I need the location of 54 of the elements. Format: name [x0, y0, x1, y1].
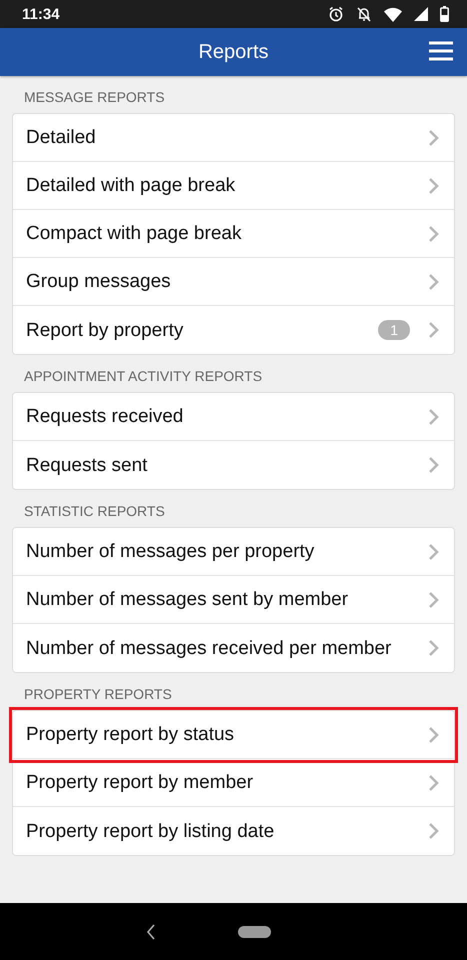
chevron-right-icon [428, 639, 440, 657]
section-heading: MESSAGE REPORTS [23, 88, 166, 107]
report-list-item[interactable]: Group messages [13, 258, 454, 306]
battery-icon [440, 6, 449, 22]
wifi-icon [384, 6, 402, 22]
report-list-item[interactable]: Compact with page break [13, 210, 454, 258]
report-label: Property report by status [26, 723, 236, 746]
report-label: Property report by listing date [26, 820, 276, 842]
report-label: Detailed [26, 126, 97, 149]
bell-off-icon [356, 6, 372, 22]
report-list-item[interactable]: Property report by listing date [13, 807, 454, 855]
report-label: Number of messages received per member [26, 636, 392, 660]
report-list-item[interactable]: Number of messages received per member [13, 624, 454, 672]
chevron-right-icon [428, 456, 440, 474]
chevron-right-icon [428, 224, 440, 242]
chevron-right-icon [428, 176, 440, 194]
home-pill[interactable] [238, 926, 271, 938]
signal-icon [414, 7, 428, 21]
report-label: Group messages [26, 270, 172, 293]
chevron-right-icon [428, 590, 440, 608]
report-label: Detailed with page break [26, 174, 236, 197]
section-heading: APPOINTMENT ACTIVITY REPORTS [23, 367, 264, 386]
report-list-item[interactable]: Number of messages per property [13, 528, 454, 576]
chevron-right-icon [428, 542, 440, 560]
report-label: Number of messages per property [26, 540, 316, 563]
report-list-item[interactable]: Requests sent [13, 441, 454, 489]
chevron-right-icon [428, 128, 440, 146]
chevron-right-icon [428, 272, 440, 290]
chevron-right-icon [428, 822, 440, 840]
report-label: Requests received [26, 405, 184, 428]
menu-button[interactable] [429, 41, 453, 61]
report-list-item[interactable]: Number of messages sent by member [13, 576, 454, 624]
report-label: Number of messages sent by member [26, 588, 350, 611]
chevron-right-icon [428, 408, 440, 426]
report-label: Compact with page break [26, 222, 242, 245]
chevron-right-icon [428, 321, 440, 339]
section-heading: STATISTIC REPORTS [23, 502, 166, 521]
section-heading: PROPERTY REPORTS [23, 685, 173, 704]
report-list-item[interactable]: Property report by member [13, 759, 454, 807]
report-label: Report by property [26, 318, 184, 342]
chevron-right-icon [428, 726, 440, 744]
report-list-item[interactable]: Requests received [13, 393, 454, 441]
report-list-item[interactable]: Report by property 1 [13, 306, 454, 354]
header-title: Reports [198, 40, 269, 64]
back-icon[interactable] [146, 924, 156, 940]
count-badge: 1 [378, 320, 410, 340]
status-time: 11:34 [22, 6, 60, 22]
report-list-item[interactable]: Property report by status [13, 711, 454, 759]
alarm-icon [328, 6, 344, 22]
report-list-item[interactable]: Detailed [13, 114, 454, 162]
report-label: Property report by member [26, 771, 254, 794]
report-list-item[interactable]: Detailed with page break [13, 162, 454, 210]
chevron-right-icon [428, 774, 440, 792]
report-label: Requests sent [26, 454, 148, 476]
